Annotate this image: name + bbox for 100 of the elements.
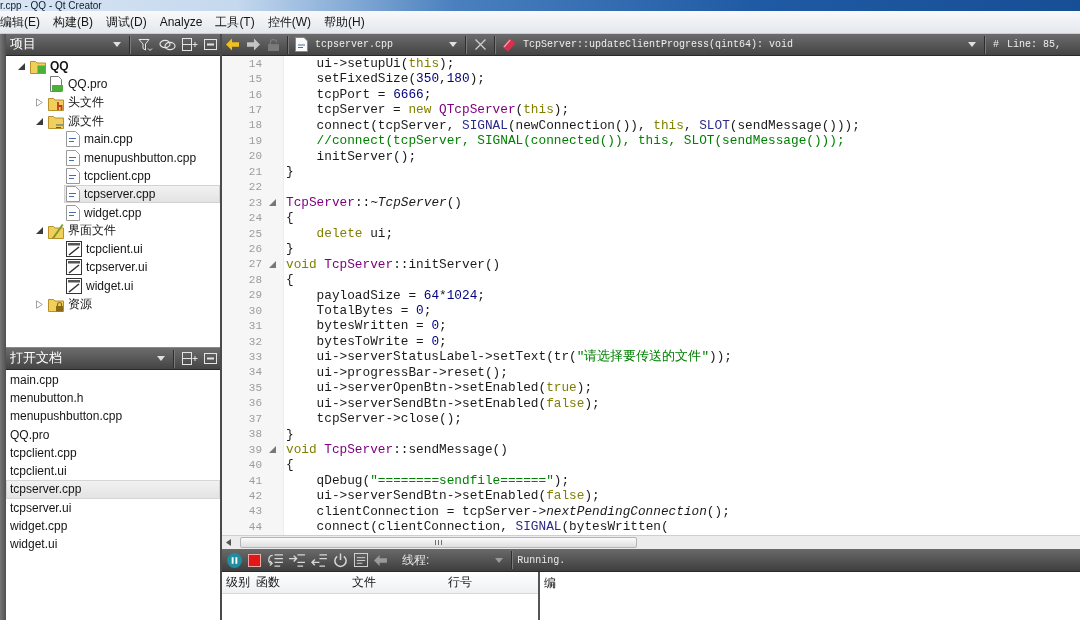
cpp-file-icon — [66, 149, 80, 166]
forward-arrow-icon[interactable] — [247, 38, 260, 51]
code-line: qDebug("========sendfile======"); — [315, 472, 570, 489]
line-number: 14 — [247, 57, 262, 70]
line-number: 28 — [247, 273, 262, 286]
line-number: 29 — [247, 289, 262, 302]
form-folder-icon — [48, 222, 64, 239]
document-icon[interactable] — [354, 553, 368, 567]
view-dropdown[interactable]: 打开文档 — [10, 350, 169, 367]
open-document-item[interactable]: QQ.pro — [6, 425, 55, 445]
left-arrow-icon[interactable] — [374, 554, 387, 566]
link-icon[interactable] — [159, 38, 176, 51]
open-document-item[interactable]: main.cpp — [6, 370, 64, 390]
line-number: 19 — [247, 134, 262, 147]
tree-item[interactable]: QQ — [28, 57, 74, 76]
open-document-item[interactable]: widget.ui — [6, 535, 63, 555]
window-icon[interactable] — [204, 39, 217, 50]
open-document-item[interactable]: tcpserver.cpp — [6, 480, 220, 500]
tree-item[interactable]: 头文件 — [46, 93, 109, 112]
close-icon[interactable] — [475, 39, 486, 50]
code-line: ui->serverSendBtn->setEnabled(false); — [315, 488, 600, 504]
code-line: connect(clientConnection, SIGNAL(bytesWritten( — [315, 519, 669, 535]
tree-item[interactable]: tcpserver.ui — [64, 258, 153, 277]
tree-item[interactable]: 资源 — [46, 295, 97, 313]
code-line: } — [286, 426, 294, 442]
code-line: ui->serverOpenBtn->setEnabled(true); — [315, 380, 593, 396]
code-line: { — [286, 457, 294, 473]
project-file-icon — [48, 76, 64, 93]
line-number: 15 — [247, 73, 262, 86]
line-number: 27 — [247, 258, 262, 271]
caret-icon[interactable] — [495, 557, 504, 563]
fold-icon[interactable] — [268, 446, 276, 454]
code-line: setFixedSize(350,180); — [315, 71, 485, 87]
expand-arrow-icon[interactable] — [35, 227, 43, 235]
open-document-item[interactable]: menupushbutton.cpp — [6, 407, 128, 427]
filter-icon[interactable] — [138, 37, 153, 52]
column-header[interactable]: 级别 — [222, 574, 252, 591]
tree-item[interactable]: tcpclient.cpp — [64, 166, 156, 185]
column-header[interactable]: 编 — [540, 574, 556, 592]
stop-icon[interactable] — [248, 553, 261, 567]
curved-arrow-lines-icon[interactable] — [267, 553, 283, 567]
split-add-icon[interactable] — [182, 38, 198, 51]
column-header[interactable]: 行号 — [444, 574, 532, 591]
power-icon[interactable] — [333, 552, 348, 568]
menu-item[interactable]: 工具(T) — [215, 11, 255, 33]
line-number: 42 — [247, 489, 262, 502]
caret-icon — [449, 42, 457, 47]
symbol-dropdown[interactable]: TcpServer::updateClientProgress(qint64): void — [500, 37, 980, 52]
cpp-file-icon — [66, 186, 80, 203]
column-header[interactable]: 文件 — [348, 574, 444, 591]
line-number: 16 — [247, 88, 262, 101]
fold-icon[interactable] — [268, 260, 276, 268]
scrollbar-thumb[interactable] — [240, 537, 637, 548]
expand-arrow-icon[interactable] — [35, 117, 43, 125]
open-document-item[interactable]: widget.cpp — [6, 517, 73, 537]
tree-item[interactable]: tcpclient.ui — [64, 240, 148, 259]
tree-item[interactable]: menupushbutton.cpp — [64, 148, 202, 167]
code-line: ui->serverStatusLabel->setText(tr("请选择要传送的文件")); — [315, 349, 733, 365]
line-number: 37 — [247, 412, 262, 425]
menu-item[interactable]: 帮助(H) — [324, 11, 365, 33]
thread-label: 线程: — [402, 551, 430, 569]
open-document-item[interactable]: tcpserver.ui — [6, 498, 77, 518]
code-line: delete ui; — [315, 225, 394, 242]
window-icon[interactable] — [204, 353, 217, 364]
code-line: { — [286, 272, 294, 288]
split-add-icon[interactable] — [182, 352, 198, 365]
code-line: ui->progressBar->reset(); — [315, 364, 508, 381]
expand-arrow-icon[interactable] — [17, 62, 25, 70]
back-arrow-icon[interactable] — [226, 38, 239, 51]
menu-item[interactable]: 调试(D) — [106, 11, 147, 33]
tree-item[interactable]: widget.ui — [64, 276, 139, 295]
tree-item[interactable]: widget.cpp — [64, 203, 147, 222]
tree-item[interactable]: tcpserver.cpp — [64, 185, 220, 204]
tree-item[interactable]: QQ.pro — [46, 75, 113, 94]
tree-item[interactable]: 源文件 — [46, 112, 109, 131]
left-arrow-icon[interactable] — [226, 539, 231, 546]
menu-item[interactable]: 控件(W) — [267, 11, 312, 33]
column-header[interactable]: 函数 — [252, 574, 348, 591]
arrow-into-lines-icon[interactable] — [289, 553, 305, 567]
pause-icon[interactable] — [227, 552, 242, 568]
arrow-out-lines-icon[interactable] — [311, 553, 327, 567]
menu-item[interactable]: Analyze — [159, 13, 203, 31]
line-number: 39 — [247, 443, 262, 456]
open-document-item[interactable]: tcpclient.ui — [6, 462, 72, 482]
view-dropdown[interactable]: 项目 — [10, 36, 125, 53]
line-number: 40 — [247, 459, 262, 472]
open-document-item[interactable]: menubutton.h — [6, 388, 89, 408]
line-number: 24 — [247, 212, 262, 225]
open-document-item[interactable]: tcpclient.cpp — [6, 443, 82, 463]
line-number: 25 — [247, 227, 262, 240]
tree-item[interactable]: main.cpp — [64, 130, 138, 149]
code-line: bytesWritten = 0; — [315, 318, 447, 334]
menu-item[interactable]: 编辑(E) — [0, 11, 40, 33]
tree-item[interactable]: 界面文件 — [46, 221, 121, 240]
fold-icon[interactable] — [268, 199, 276, 207]
line-number: 21 — [247, 165, 262, 178]
line-number: 26 — [247, 242, 262, 255]
document-dropdown[interactable]: tcpserver.cpp — [293, 37, 461, 52]
code-line: ui->setupUi(this); — [315, 56, 455, 72]
menu-item[interactable]: 构建(B) — [53, 11, 93, 33]
